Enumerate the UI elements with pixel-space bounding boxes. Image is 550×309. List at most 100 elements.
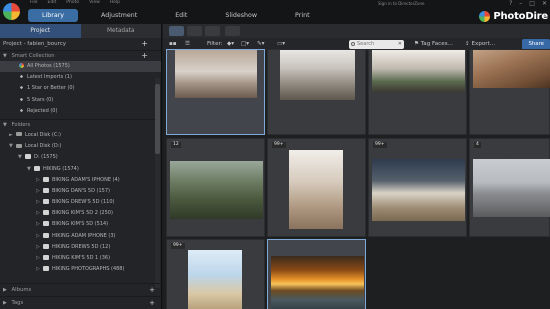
folder-label: Local Disk (C:) <box>25 131 61 138</box>
tab-metadata[interactable]: Metadata <box>80 24 161 38</box>
tab-slideshow[interactable]: Slideshow <box>210 9 272 22</box>
tab-print[interactable]: Print <box>280 9 325 22</box>
photo-cell-4[interactable] <box>469 49 550 135</box>
collapse-arrow-icon[interactable]: ▼ <box>9 141 16 152</box>
smart-item-label: 5 Stars (0) <box>27 96 54 103</box>
photo-cell-2[interactable] <box>267 49 366 135</box>
photo-cell-8[interactable]: 4 <box>469 138 550 237</box>
folder-label: HIKING PHOTOGRAPHS (488) <box>52 266 125 273</box>
tab-project[interactable]: Project <box>0 24 81 38</box>
search-placeholder: Search <box>357 41 375 47</box>
folder-item[interactable]: ▷ HIKING KIM'S 5D 1 (36) <box>0 253 161 264</box>
folder-item[interactable]: ► Local Disk (C:) <box>0 130 161 141</box>
folder-label: BIKING KIM'S 5D (514) <box>52 221 109 228</box>
folder-item[interactable]: ▷ BIKING DAN'S 5D (157) <box>0 186 161 197</box>
clear-search-icon[interactable]: ✕ <box>398 40 402 49</box>
expand-icon[interactable]: ▶ <box>3 287 7 293</box>
map-view-button[interactable] <box>225 26 240 36</box>
top-bar: File Edit Photo View Help Library Adjust… <box>0 0 550 24</box>
collapse-icon[interactable]: ▼ <box>3 53 7 59</box>
close-icon[interactable]: ✕ <box>542 0 547 7</box>
smart-collection-label: Smart Collection <box>11 53 55 59</box>
photo-cell-10[interactable] <box>267 239 366 309</box>
tab-library[interactable]: Library <box>28 9 79 22</box>
folder-item[interactable]: ▼ HIKING (1574) <box>0 164 161 175</box>
smart-item-latest-imports[interactable]: Latest Imports (1) <box>0 72 161 83</box>
folder-item[interactable]: ▷ BIKING DREW'S 5D (110) <box>0 197 161 208</box>
minimize-icon[interactable]: – <box>519 0 522 7</box>
expand-arrow-icon[interactable]: ▷ <box>36 197 43 208</box>
tags-label: Tags <box>11 300 24 306</box>
disk-icon <box>16 143 22 148</box>
search-input[interactable]: Search ✕ <box>349 40 404 49</box>
expand-arrow-icon[interactable]: ▷ <box>36 208 43 219</box>
left-scrollbar-thumb[interactable] <box>155 84 160 154</box>
photo-thumbnail <box>175 50 257 98</box>
folder-item[interactable]: ▼ Local Disk (D:) <box>0 141 161 152</box>
photo-count-badge: 99+ <box>272 142 286 148</box>
menu-view[interactable]: View <box>89 0 100 6</box>
smart-item-all-photos[interactable]: All Photos (1575) <box>0 61 161 73</box>
collapse-icon[interactable]: ▼ <box>3 122 7 128</box>
menu-file[interactable]: File <box>30 0 38 6</box>
expand-icon[interactable]: ▶ <box>3 300 7 306</box>
photo-thumbnail <box>271 256 364 309</box>
albums-section[interactable]: ▶ Albums + <box>0 283 162 296</box>
window-controls: ? – □ ✕ <box>509 0 547 7</box>
folders-header[interactable]: ▼ Folders <box>0 118 161 130</box>
collapse-arrow-icon[interactable]: ▼ <box>18 152 25 163</box>
tags-section[interactable]: ▶ Tags + <box>0 296 162 309</box>
menu-photo[interactable]: Photo <box>66 0 79 6</box>
photo-thumbnail <box>289 150 343 229</box>
folder-item[interactable]: ▷ HIKING DREWS 5D (12) <box>0 242 161 253</box>
expand-arrow-icon[interactable]: ▷ <box>36 219 43 230</box>
maximize-icon[interactable]: □ <box>529 0 535 7</box>
expand-arrow-icon[interactable]: ▷ <box>36 242 43 253</box>
expand-arrow-icon[interactable]: ▷ <box>36 175 43 186</box>
collapse-arrow-icon[interactable]: ▼ <box>27 164 34 175</box>
add-tag-icon[interactable]: + <box>149 297 155 309</box>
compare-view-button[interactable] <box>205 26 220 36</box>
help-icon[interactable]: ? <box>509 0 512 7</box>
project-title-row[interactable]: Project - fabien_bourcy + <box>0 38 161 50</box>
menu-edit[interactable]: Edit <box>48 0 57 6</box>
folder-item[interactable]: ▷ BIKING KIM'S 5D 2 (250) <box>0 208 161 219</box>
folder-icon <box>43 266 49 272</box>
folder-label: HIKING (1574) <box>43 165 79 172</box>
tab-edit[interactable]: Edit <box>160 9 202 22</box>
add-project-icon[interactable]: + <box>141 38 148 50</box>
collection-icon <box>19 74 24 80</box>
folder-item[interactable]: ▷ BIKING KIM'S 5D (514) <box>0 219 161 230</box>
add-smart-collection-icon[interactable]: + <box>141 50 148 61</box>
smart-item-rejected[interactable]: Rejected (0) <box>0 106 161 117</box>
smart-item-label: All Photos (1575) <box>27 63 70 69</box>
folder-item[interactable]: ▷ HIKING PHOTOGRAPHS (488) <box>0 264 161 275</box>
smart-collection-header[interactable]: ▼ Smart Collection + <box>0 50 161 61</box>
photo-cell-7[interactable]: 99+ <box>368 138 467 237</box>
left-scrollbar[interactable] <box>155 78 160 288</box>
photo-view-button[interactable] <box>187 26 202 36</box>
expand-arrow-icon[interactable]: ▷ <box>36 264 43 275</box>
all-photos-icon <box>19 63 24 68</box>
photo-cell-1[interactable] <box>166 49 265 135</box>
menu-help[interactable]: Help <box>110 0 120 6</box>
expand-arrow-icon[interactable]: ▷ <box>36 231 43 242</box>
folder-item[interactable]: ▷ BIKING ADAM'S IPHONE (4) <box>0 175 161 186</box>
smart-item-one-star[interactable]: 1 Star or Better (0) <box>0 83 161 94</box>
grid-view-button[interactable] <box>169 26 184 36</box>
expand-arrow-icon[interactable]: ▷ <box>36 186 43 197</box>
signin-link[interactable]: Sign in to DirectorZone <box>378 1 424 6</box>
folder-icon <box>34 165 40 171</box>
smart-item-five-stars[interactable]: 5 Stars (0) <box>0 95 161 106</box>
folder-item[interactable]: ▼ D: (1575) <box>0 152 161 163</box>
photo-cell-9[interactable]: 99+ <box>166 239 265 309</box>
expand-arrow-icon[interactable]: ► <box>9 130 16 141</box>
photo-cell-5[interactable]: 12 <box>166 138 265 237</box>
tab-adjustment[interactable]: Adjustment <box>86 9 152 22</box>
photo-cell-6[interactable]: 99+ <box>267 138 366 237</box>
folder-label: Local Disk (D:) <box>25 143 62 150</box>
expand-arrow-icon[interactable]: ▷ <box>36 253 43 264</box>
photo-cell-3[interactable] <box>368 49 467 135</box>
folder-item[interactable]: ▷ HIKING ADAM IPHONE (3) <box>0 231 161 242</box>
smart-item-label: Latest Imports (1) <box>27 74 72 81</box>
